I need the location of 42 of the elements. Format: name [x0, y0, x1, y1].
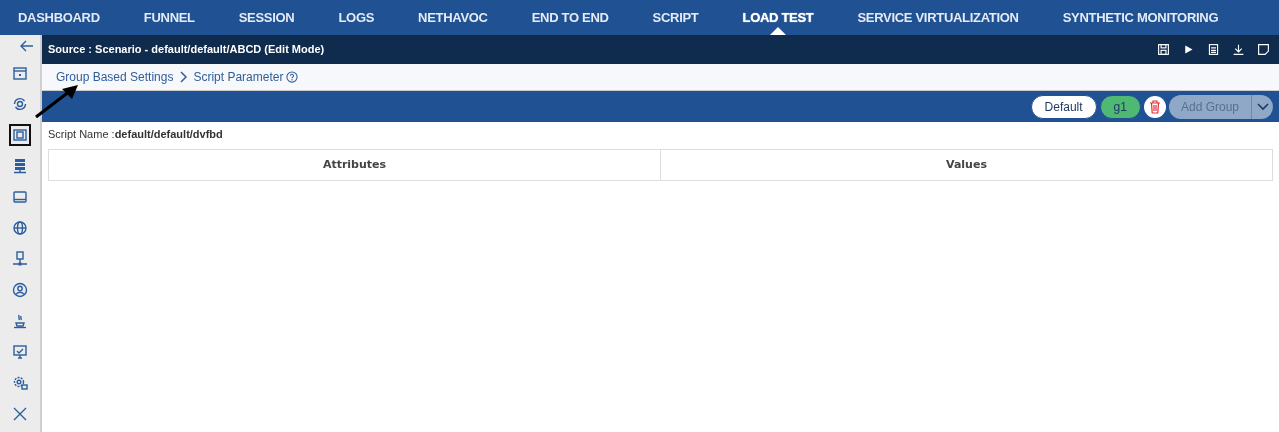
monitor-check-icon: [12, 344, 28, 360]
nav-tab[interactable]: SCRIPT: [630, 0, 721, 35]
chevron-right-icon: [179, 71, 188, 83]
group-pill[interactable]: Default: [1030, 94, 1097, 119]
group-pill[interactable]: g1: [1099, 94, 1141, 119]
nav-tab[interactable]: LOGS: [316, 0, 397, 35]
nav-tab[interactable]: SERVICE VIRTUALIZATION: [835, 0, 1041, 35]
nav-tab[interactable]: SYNTHETIC MONITORING: [1040, 0, 1241, 35]
nav-tab[interactable]: FUNNEL: [121, 0, 217, 35]
chevron-down-icon: [1256, 102, 1269, 111]
globe-icon: [12, 220, 28, 236]
coffee-cup-icon: [12, 313, 28, 329]
column-header: Attributes: [321, 156, 388, 173]
column-header: Values: [660, 149, 1272, 180]
nav-tab[interactable]: DASHBOARD: [0, 0, 122, 35]
breadcrumb-link[interactable]: Script Parameter: [193, 68, 284, 86]
play-icon[interactable]: [1182, 43, 1195, 56]
script-icon: [12, 127, 28, 143]
script-name: Script Name :default/default/dvfbd: [47, 127, 224, 142]
nav-tab[interactable]: NETHAVOC: [396, 0, 510, 35]
breadcrumb-link[interactable]: Group Based Settings: [56, 68, 174, 86]
delete-button[interactable]: [1143, 95, 1166, 118]
nav-tab[interactable]: SESSION: [216, 0, 317, 35]
download-icon[interactable]: [1232, 43, 1245, 56]
source-title: Source : Scenario - default/default/ABCD (Edit Mode): [48, 42, 325, 58]
gear-lock-icon: [12, 375, 28, 391]
monitor-icon: [12, 189, 28, 205]
gear-sync-icon: [12, 96, 28, 112]
sidebar-item[interactable]: [9, 124, 31, 146]
dropdown-button[interactable]: [1251, 94, 1273, 119]
annotation-arrow: [34, 83, 80, 119]
back-arrow-icon[interactable]: [19, 38, 35, 54]
nav-tab[interactable]: END TO END: [509, 0, 631, 35]
document-icon[interactable]: [1207, 43, 1220, 56]
note-icon[interactable]: [1257, 43, 1270, 56]
user-circle-icon: [12, 282, 28, 298]
save-icon[interactable]: [1157, 43, 1170, 56]
network-node-icon: [12, 251, 28, 267]
help-icon[interactable]: [286, 71, 299, 83]
trash-icon: [1148, 99, 1161, 114]
calendar-icon: [12, 65, 28, 81]
server-icon: [12, 158, 28, 174]
